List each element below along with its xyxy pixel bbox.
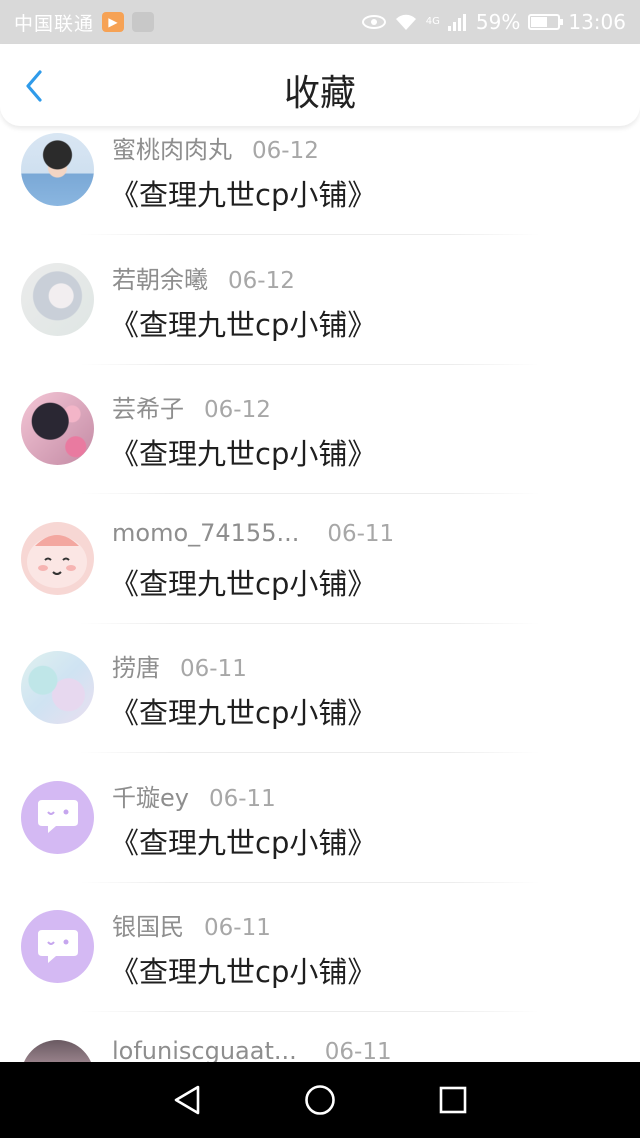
nav-home-button[interactable] [290,1070,350,1130]
circle-home-icon [305,1085,335,1115]
post-date: 06-11 [204,915,271,941]
status-bar: 中国联通 ▶ 4G 59% 13:06 [0,0,640,44]
square-recents-icon [440,1086,467,1114]
app-header: 收藏 [0,44,640,126]
divider [80,881,540,883]
divider [80,752,540,753]
item-meta: momo_74155... 06-11 [112,519,394,547]
avatar[interactable] [21,392,94,465]
divider [80,1011,540,1012]
network-type-label: 4G [425,16,440,27]
favorites-list[interactable]: 蜜桃肉肉丸 06-12 《查理九世cp小铺》 若朝余曦 06-12 《查理九世c… [0,126,640,1062]
list-item[interactable]: momo_74155... 06-11 《查理九世cp小铺》 [0,515,640,645]
user-name[interactable]: 银国民 [112,907,184,942]
post-title[interactable]: 《查理九世cp小铺》 [110,561,376,603]
wifi-icon [395,14,416,30]
post-title[interactable]: 《查理九世cp小铺》 [110,690,376,732]
user-name[interactable]: 蜜桃肉肉丸 [112,130,232,165]
status-right: 4G 59% 13:06 [361,10,626,34]
carrier-name: 中国联通 [14,12,95,35]
post-date: 06-11 [324,1038,392,1063]
battery-icon [528,14,564,30]
status-left: 中国联通 ▶ [14,9,155,36]
item-meta: 千璇ey 06-11 [112,778,276,813]
divider [80,234,540,235]
list-item[interactable]: lofuniscguaat... 06-11 [0,1033,640,1063]
chat-bubble-icon [37,929,78,963]
avatar[interactable] [21,133,94,206]
post-title[interactable]: 《查理九世cp小铺》 [110,431,376,473]
nav-back-button[interactable] [157,1070,217,1130]
battery-percent: 59% [475,10,521,34]
item-meta: 芸希子 06-12 [112,389,271,424]
nav-recents-button[interactable] [423,1070,483,1130]
divider [80,493,540,494]
clock: 13:06 [568,10,626,34]
list-item[interactable]: 蜜桃肉肉丸 06-12 《查理九世cp小铺》 [0,126,640,256]
post-title[interactable]: 《查理九世cp小铺》 [110,172,376,214]
post-date: 06-12 [228,267,295,294]
avatar[interactable] [21,262,94,336]
user-name[interactable]: 捞唐 [112,648,160,683]
item-meta: 银国民 06-11 [112,907,271,942]
post-title[interactable]: 《查理九世cp小铺》 [110,949,376,991]
list-item[interactable]: 芸希子 06-12 《查理九世cp小铺》 [0,385,640,515]
item-meta: 若朝余曦 06-12 [112,260,295,295]
avatar[interactable] [21,780,94,854]
peach-mascot-icon [27,534,87,588]
notification-app-icon: ▶ [102,12,125,32]
system-nav-bar [0,1062,640,1138]
item-meta: 捞唐 06-11 [112,648,247,683]
post-date: 06-12 [252,138,319,164]
list-item[interactable]: 捞唐 06-11 《查理九世cp小铺》 [0,644,640,774]
item-meta: lofuniscguaat... 06-11 [112,1037,392,1063]
triangle-back-icon [174,1085,199,1115]
page-title: 收藏 [283,73,356,114]
post-date: 06-11 [327,520,395,547]
user-name[interactable]: 芸希子 [112,389,184,424]
post-title[interactable]: 《查理九世cp小铺》 [110,302,376,344]
user-name[interactable]: momo_74155... [112,519,299,547]
battery-level [531,17,547,27]
notification-image-icon [132,12,155,32]
item-meta: 蜜桃肉肉丸 06-12 [112,130,319,165]
avatar[interactable] [21,521,94,595]
divider [80,363,540,365]
list-item[interactable]: 银国民 06-11 《查理九世cp小铺》 [0,903,640,1033]
avatar[interactable] [21,1039,94,1062]
post-date: 06-11 [180,656,247,682]
list-item[interactable]: 千璇ey 06-11 《查理九世cp小铺》 [0,774,640,904]
list-item[interactable]: 若朝余曦 06-12 《查理九世cp小铺》 [0,256,640,386]
divider [80,622,540,624]
signal-icon [447,14,466,31]
chat-bubble-icon [37,800,78,833]
avatar[interactable] [21,910,94,983]
user-name[interactable]: 若朝余曦 [112,260,208,295]
user-name[interactable]: lofuniscguaat... [112,1037,297,1063]
post-title[interactable]: 《查理九世cp小铺》 [110,820,376,862]
post-date: 06-12 [204,397,271,423]
user-name[interactable]: 千璇ey [112,778,189,813]
post-date: 06-11 [208,785,276,812]
avatar[interactable] [21,651,94,724]
eye-comfort-icon [361,15,386,29]
